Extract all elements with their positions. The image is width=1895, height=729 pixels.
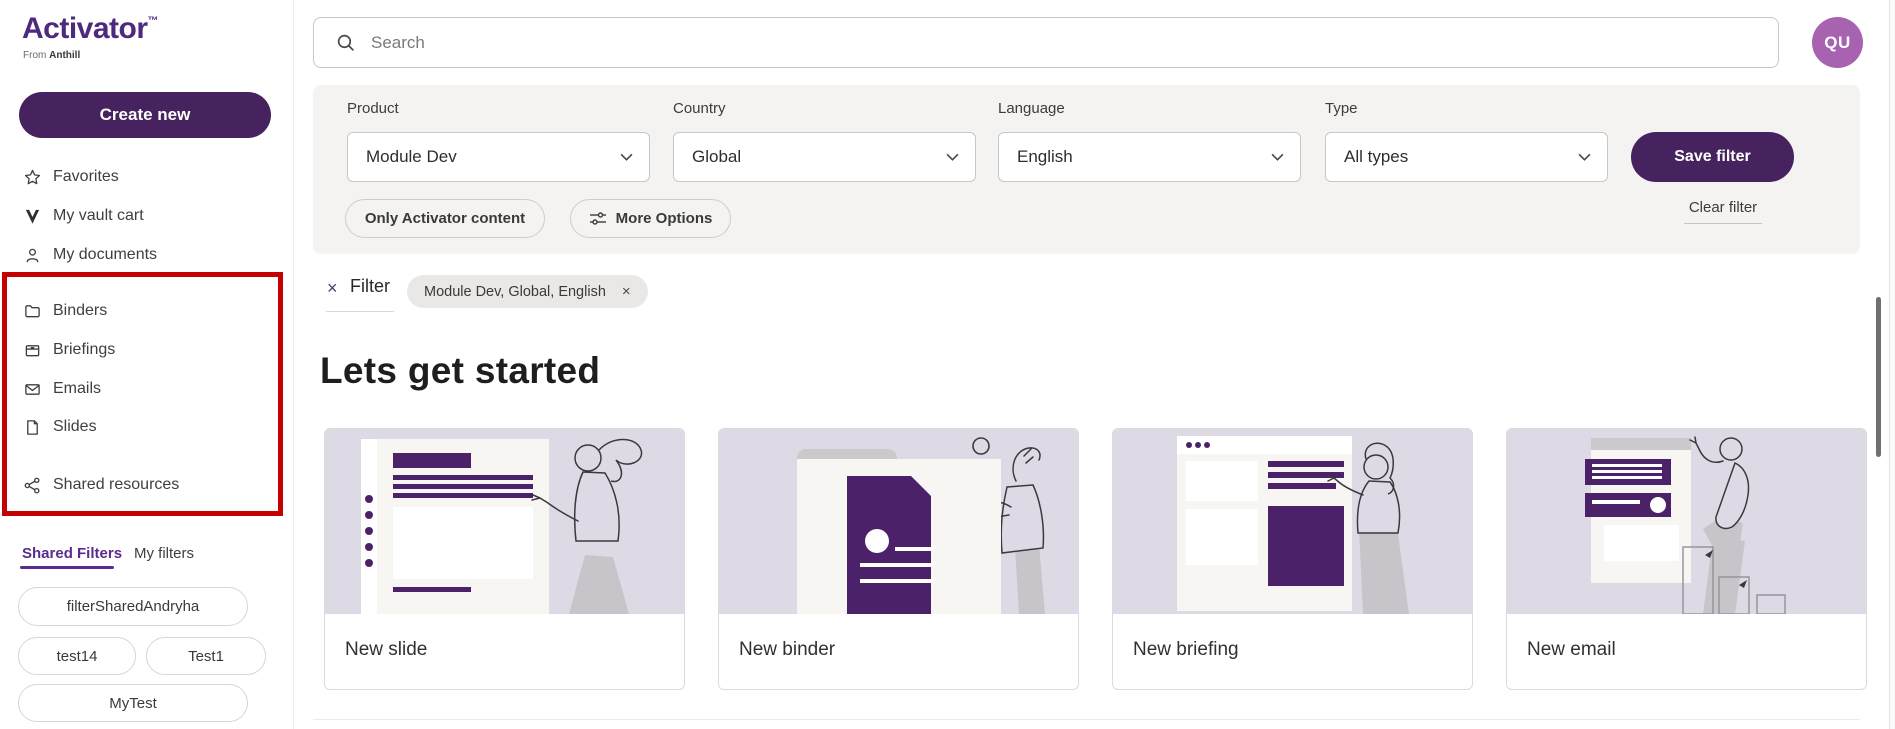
search-bar[interactable] [313, 17, 1779, 68]
field-label-type: Type [1325, 100, 1358, 117]
sidebar: Activator™ From Anthill Create new Favor… [0, 0, 294, 729]
person-icon [24, 247, 41, 264]
email-illustration [1507, 429, 1867, 614]
sidebar-item-label: Slides [53, 418, 97, 436]
sidebar-item-label: My vault cart [53, 207, 144, 225]
field-label-product: Product [347, 100, 399, 117]
activator-app: Activator™ From Anthill Create new Favor… [0, 0, 1895, 729]
tab-my-filters[interactable]: My filters [134, 545, 194, 562]
new-briefing-card[interactable]: New briefing [1112, 428, 1473, 690]
search-icon [336, 33, 355, 52]
logo-subtitle: From Anthill [23, 50, 80, 61]
sidebar-item-favorites[interactable]: Favorites [0, 164, 293, 190]
saved-filter-chip[interactable]: test14 [18, 637, 136, 675]
star-icon [24, 169, 41, 186]
saved-filter-chip[interactable]: filterSharedAndryha [18, 587, 248, 626]
save-filter-button[interactable]: Save filter [1631, 132, 1794, 182]
tab-shared-filters[interactable]: Shared Filters [22, 545, 122, 562]
chevron-down-icon [1271, 153, 1284, 161]
card-label: New binder [719, 614, 1078, 661]
vault-v-icon [24, 208, 41, 225]
trademark-symbol: ™ [148, 15, 159, 27]
sidebar-item-label: Favorites [53, 168, 119, 186]
dropdown-value: Module Dev [366, 147, 457, 167]
chevron-down-icon [946, 153, 959, 161]
sidebar-item-emails[interactable]: Emails [0, 376, 293, 402]
scrollbar-thumb[interactable] [1876, 297, 1881, 457]
dropdown-value: English [1017, 147, 1073, 167]
page-title: Lets get started [320, 350, 600, 392]
page-icon [24, 419, 41, 436]
card-label: New email [1507, 614, 1866, 661]
product-dropdown[interactable]: Module Dev [347, 132, 650, 182]
sidebar-item-my-documents[interactable]: My documents [0, 242, 293, 268]
sidebar-item-label: My documents [53, 246, 157, 264]
search-input[interactable] [369, 32, 1573, 54]
saved-filter-chip[interactable]: Test1 [146, 637, 266, 675]
section-divider [313, 719, 1860, 720]
new-binder-card[interactable]: New binder [718, 428, 1079, 690]
sidebar-item-label: Shared resources [53, 476, 179, 494]
chevron-down-icon [620, 153, 633, 161]
dropdown-value: Global [692, 147, 741, 167]
binder-illustration [719, 429, 1079, 614]
sidebar-item-label: Binders [53, 302, 107, 320]
sidebar-item-binders[interactable]: Binders [0, 298, 293, 324]
chip-remove-icon[interactable]: × [622, 283, 631, 300]
scrollbar-gutter [1890, 0, 1895, 729]
chevron-down-icon [1578, 153, 1591, 161]
language-dropdown[interactable]: English [998, 132, 1301, 182]
sidebar-item-label: Emails [53, 380, 101, 398]
sidebar-item-label: Briefings [53, 341, 115, 359]
new-email-card[interactable]: New email [1506, 428, 1867, 690]
new-slide-card[interactable]: New slide [324, 428, 685, 690]
card-label: New briefing [1113, 614, 1472, 661]
filter-label-underline [326, 311, 394, 312]
app-logo: Activator™ [22, 12, 158, 46]
applied-filter-text: Module Dev, Global, English [424, 284, 606, 300]
sidebar-item-briefings[interactable]: Briefings [0, 337, 293, 363]
sidebar-item-shared-resources[interactable]: Shared resources [0, 472, 293, 498]
sidebar-item-vault-cart[interactable]: My vault cart [0, 203, 293, 229]
create-new-button[interactable]: Create new [19, 92, 271, 138]
more-options-button[interactable]: More Options [570, 199, 731, 238]
field-label-language: Language [998, 100, 1065, 117]
type-dropdown[interactable]: All types [1325, 132, 1608, 182]
folder-icon [24, 303, 41, 320]
dropdown-value: All types [1344, 147, 1408, 167]
filter-close-icon[interactable]: × [327, 278, 338, 299]
share-nodes-icon [24, 477, 41, 494]
clear-filter-link[interactable]: Clear filter [1684, 199, 1762, 224]
sidebar-item-slides[interactable]: Slides [0, 414, 293, 440]
saved-filter-chip[interactable]: MyTest [18, 684, 248, 722]
field-label-country: Country [673, 100, 726, 117]
active-tab-underline [20, 566, 114, 569]
user-avatar[interactable]: QU [1812, 17, 1863, 68]
filter-row-label: Filter [350, 276, 390, 297]
archive-box-icon [24, 342, 41, 359]
sliders-icon [589, 211, 607, 226]
briefing-illustration [1113, 429, 1473, 614]
country-dropdown[interactable]: Global [673, 132, 976, 182]
card-label: New slide [325, 614, 684, 661]
envelope-icon [24, 381, 41, 398]
applied-filter-chip[interactable]: Module Dev, Global, English × [407, 275, 648, 308]
slide-illustration [325, 429, 685, 614]
only-activator-content-toggle[interactable]: Only Activator content [345, 199, 545, 238]
